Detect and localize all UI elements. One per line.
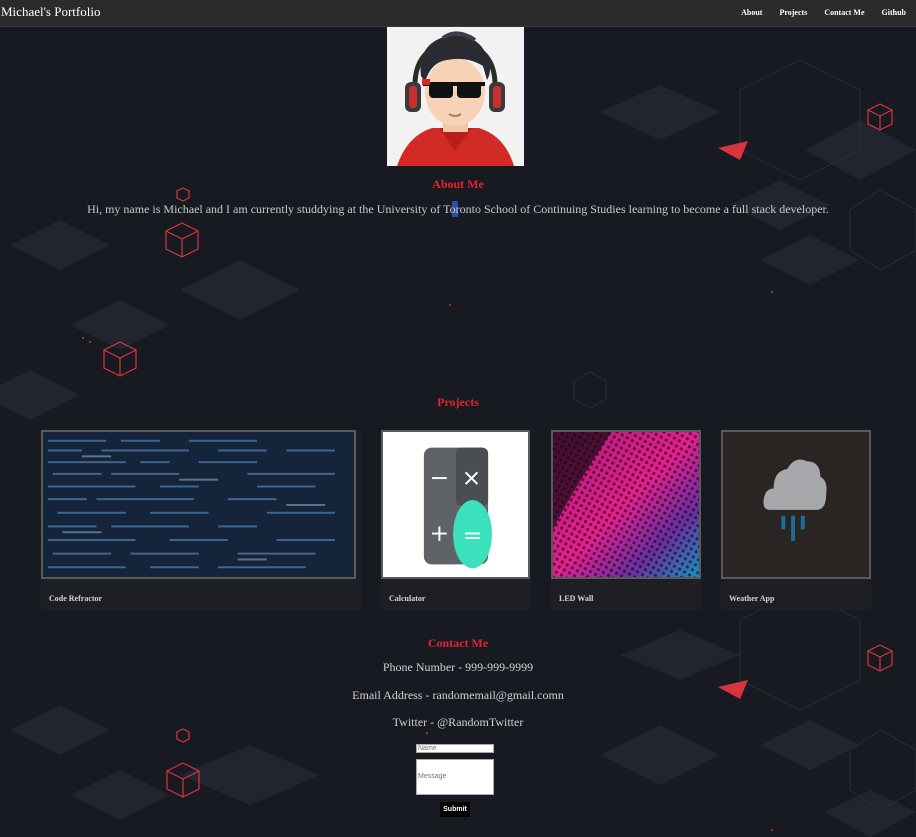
nav-about-link[interactable]: About — [741, 8, 762, 17]
nav-github-link[interactable]: Github — [882, 8, 906, 17]
code-screenshot-image — [41, 430, 357, 579]
svg-text:×: × — [462, 464, 482, 492]
calculator-icon: − × + = — [381, 430, 530, 579]
led-dots-image — [551, 430, 701, 579]
about-title: About Me — [432, 177, 484, 191]
svg-text:−: − — [430, 464, 450, 492]
nav-projects-link[interactable]: Projects — [779, 8, 807, 17]
contact-title: Contact Me — [427, 636, 489, 650]
svg-text:+: + — [430, 519, 450, 547]
project-caption: Weather App — [729, 594, 775, 603]
contact-email: Email Address - randomemail@gmail.comn — [352, 688, 564, 702]
avatar — [387, 26, 524, 166]
message-input[interactable] — [416, 759, 494, 795]
about-text: Hi, my name is Michael and I am currentl… — [87, 202, 829, 216]
project-caption: LED Wall — [559, 594, 594, 603]
project-caption: Calculator — [389, 594, 426, 603]
project-card-led-wall[interactable]: LED Wall — [551, 430, 701, 610]
project-card-calculator[interactable]: − × + = Calculator — [381, 430, 530, 610]
cloud-rain-icon — [721, 430, 871, 579]
contact-twitter: Twitter - @RandomTwitter — [392, 715, 524, 729]
name-input[interactable] — [416, 744, 494, 753]
contact-phone: Phone Number - 999-999-9999 — [382, 660, 534, 674]
navbar: Michael's Portfolio About Projects Conta… — [0, 0, 916, 27]
project-caption: Code Refractor — [49, 594, 103, 603]
nav-links: About Projects Contact Me Github — [741, 8, 906, 17]
project-card-weather-app[interactable]: Weather App — [721, 430, 871, 610]
submit-button[interactable]: Submit — [440, 802, 470, 817]
brand-link[interactable]: Michael's Portfolio — [1, 4, 100, 20]
svg-text:=: = — [463, 521, 483, 549]
nav-contact-link[interactable]: Contact Me — [824, 8, 864, 17]
project-card-code-refractor[interactable]: Code Refractor — [41, 430, 361, 610]
projects-title: Projects — [437, 395, 479, 409]
